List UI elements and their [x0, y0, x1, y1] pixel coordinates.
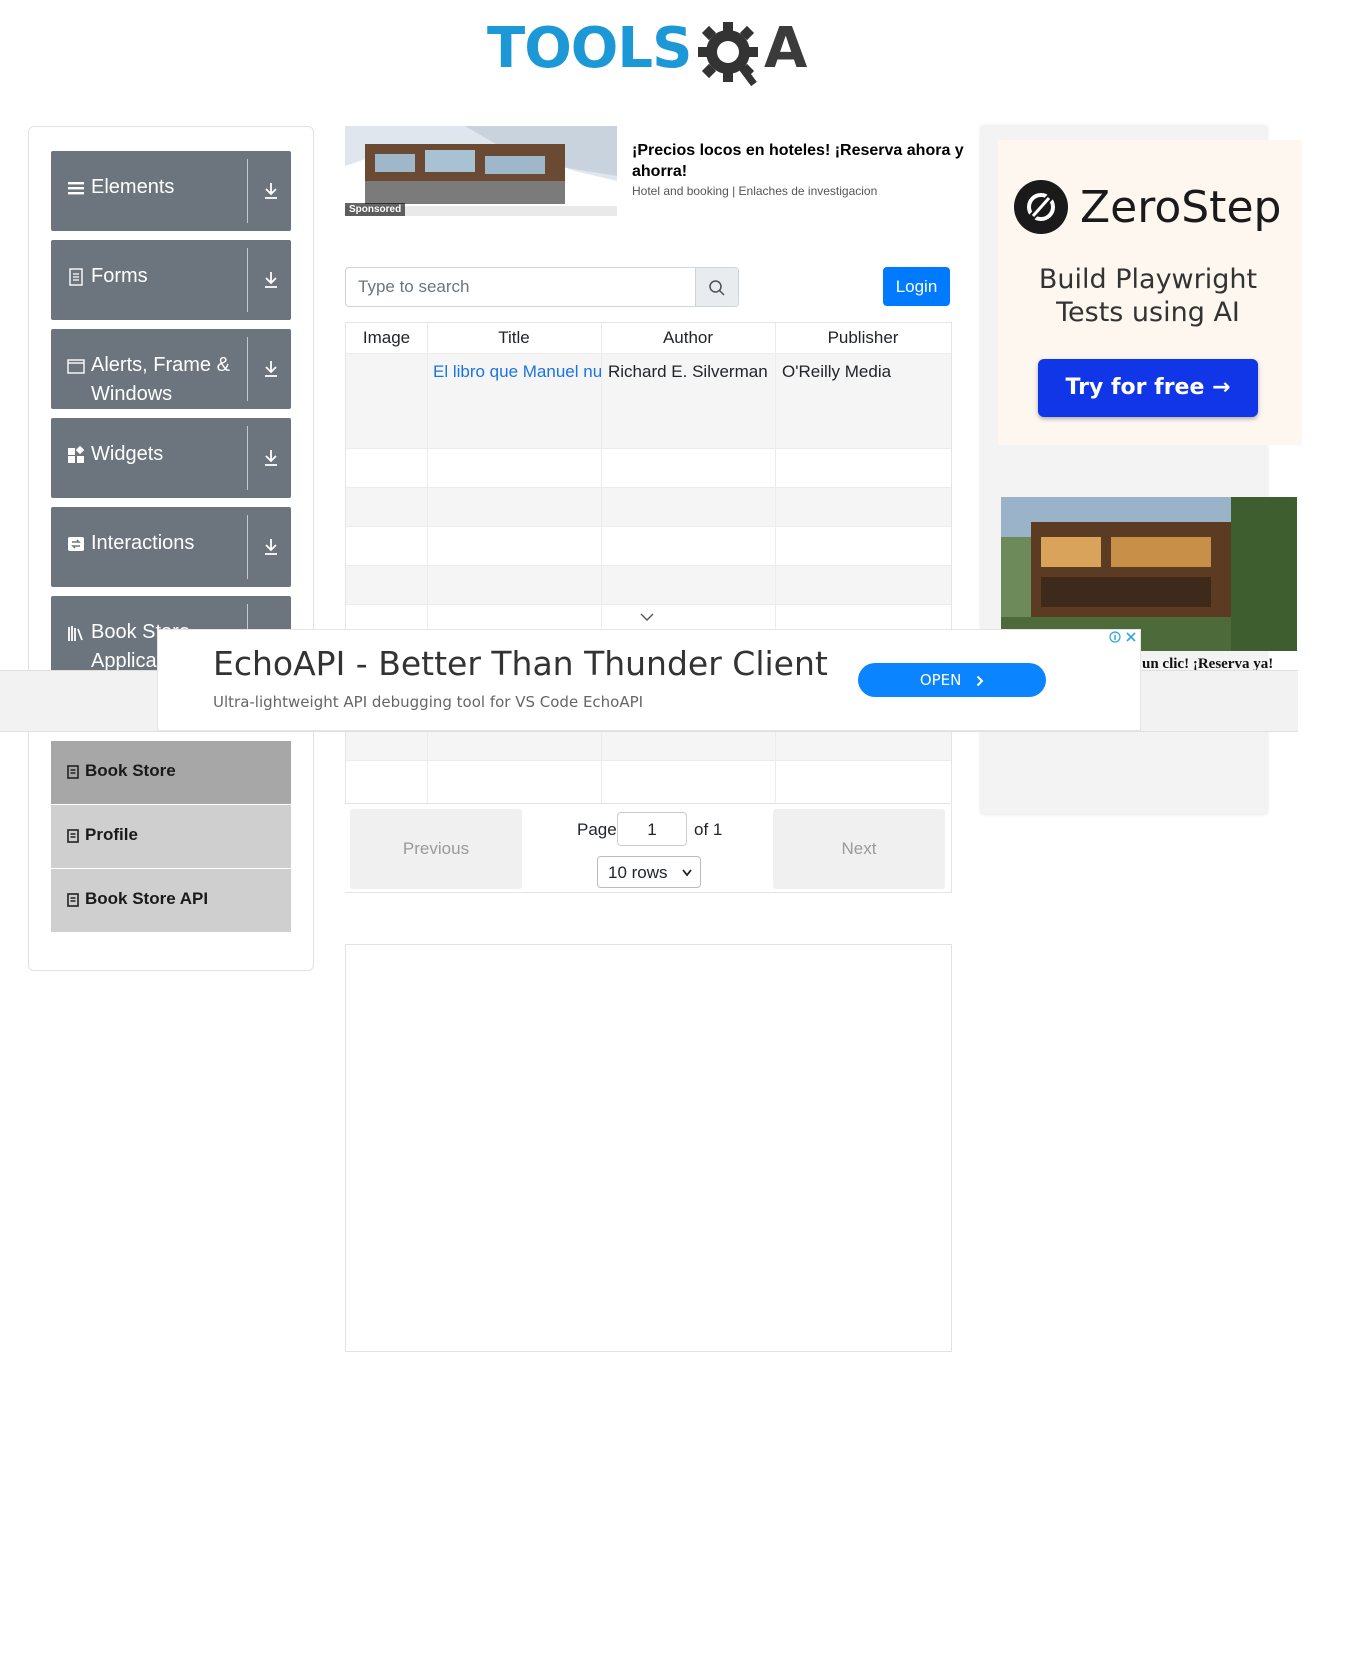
document-icon: [69, 268, 83, 286]
table-row: [346, 487, 951, 527]
toolsqa-logo[interactable]: TOOLS A: [487, 16, 817, 96]
divider: [247, 159, 248, 223]
table-row: [346, 565, 951, 605]
ad-frame: [345, 944, 952, 1352]
sidebar-item-label: Profile: [85, 825, 138, 844]
sidebar-group-label: Elements: [91, 176, 175, 198]
ad-title[interactable]: ¡Precios locos en hoteles! ¡Reserva ahor…: [632, 140, 972, 182]
search-input[interactable]: [346, 268, 684, 306]
column-header-author[interactable]: Author: [601, 323, 776, 353]
book-publisher: O'Reilly Media: [782, 362, 892, 381]
column-header-image[interactable]: Image: [346, 323, 428, 353]
search-box: [345, 267, 739, 307]
try-for-free-button[interactable]: Try for free →: [1038, 359, 1258, 417]
logo-text: TOOLS: [487, 16, 692, 81]
widgets-icon: [68, 446, 85, 463]
sidebar-item-book-store-api[interactable]: Book Store API: [51, 869, 291, 932]
book-author: Richard E. Silverman: [608, 362, 768, 381]
ad-choices-icon[interactable]: [1108, 630, 1138, 644]
page-label: Page: [577, 820, 617, 839]
page-total: of 1: [694, 820, 723, 839]
menu-icon: [68, 182, 84, 195]
rows-per-page-select[interactable]: 10 rows: [597, 856, 701, 888]
download-icon[interactable]: [263, 270, 279, 290]
book-icon: [67, 765, 79, 779]
login-button[interactable]: Login: [883, 267, 950, 306]
divider: [247, 337, 248, 401]
books-icon: [68, 626, 83, 641]
chevron-down-icon: [682, 869, 692, 877]
chevron-right-icon: [976, 675, 984, 686]
sidebar-group-label: Forms: [91, 265, 148, 287]
next-button[interactable]: Next: [773, 809, 945, 889]
open-button[interactable]: OPEN: [858, 663, 1046, 697]
table-row: [346, 760, 951, 804]
sidebar: Elements Forms Alerts, Frame & Windows W…: [28, 126, 314, 971]
zerostep-brand: ZeroStep: [1080, 182, 1282, 233]
table-row: [346, 526, 951, 566]
pagination: Previous Page 1 of 1 10 rows Next: [345, 803, 950, 892]
sidebar-group-label: Widgets: [91, 443, 164, 465]
sidebar-group-forms[interactable]: Forms: [51, 240, 291, 320]
sidebar-item-label: Book Store API: [85, 889, 209, 908]
window-icon: [67, 359, 85, 374]
ad-subtitle: Hotel and booking | Enlaches de investig…: [632, 184, 878, 198]
page-number-input[interactable]: 1: [617, 812, 687, 846]
house-image: [1001, 497, 1297, 651]
previous-button[interactable]: Previous: [350, 809, 522, 889]
download-icon[interactable]: [263, 359, 279, 379]
book-title-link[interactable]: El libro que Manuel nur: [433, 362, 603, 382]
column-divider: [775, 353, 776, 803]
download-icon[interactable]: [263, 448, 279, 468]
zerostep-tagline: Build Playwright Tests using AI: [1038, 264, 1258, 328]
sidebar-group-label: Interactions: [91, 532, 195, 554]
sidebar-group-elements[interactable]: Elements: [51, 151, 291, 231]
sidebar-item-label: Book Store: [85, 761, 176, 780]
overlay-ad[interactable]: EchoAPI - Better Than Thunder Client Ult…: [157, 629, 1141, 731]
chevron-down-icon: [640, 613, 654, 621]
download-icon[interactable]: [263, 181, 279, 201]
book-icon: [67, 829, 79, 843]
column-divider: [601, 353, 602, 803]
table-row: [346, 448, 951, 488]
ad-house-image[interactable]: [1001, 497, 1297, 651]
book-icon: [67, 893, 79, 907]
divider: [247, 515, 248, 579]
table-row: El libro que Manuel nur Richard E. Silve…: [346, 353, 951, 449]
logo-text-end: A: [764, 16, 808, 81]
divider: [247, 248, 248, 312]
overlay-ad-title[interactable]: EchoAPI - Better Than Thunder Client: [213, 644, 828, 683]
sidebar-item-profile[interactable]: Profile: [51, 805, 291, 868]
open-button-label: OPEN: [919, 671, 962, 689]
interactions-icon: [68, 537, 84, 551]
sidebar-group-alerts[interactable]: Alerts, Frame & Windows: [51, 329, 291, 409]
sidebar-group-label: Alerts, Frame & Windows: [91, 354, 230, 405]
divider: [247, 426, 248, 490]
column-header-publisher[interactable]: Publisher: [775, 323, 951, 353]
zerostep-logo-icon: [1014, 180, 1068, 234]
overlay-ad-description: Ultra-lightweight API debugging tool for…: [213, 693, 644, 711]
sidebar-group-interactions[interactable]: Interactions: [51, 507, 291, 587]
column-divider: [427, 353, 428, 803]
sidebar-group-widgets[interactable]: Widgets: [51, 418, 291, 498]
rows-per-page-value: 10 rows: [608, 863, 668, 882]
column-header-title[interactable]: Title: [427, 323, 602, 353]
download-icon[interactable]: [263, 537, 279, 557]
sidebar-item-book-store[interactable]: Book Store: [51, 741, 291, 804]
search-icon: [709, 280, 725, 296]
gear-search-icon: [698, 22, 758, 87]
search-button[interactable]: [695, 268, 738, 306]
ad-hotel-image[interactable]: Sponsored: [345, 126, 617, 216]
sponsored-badge: Sponsored: [345, 203, 406, 216]
